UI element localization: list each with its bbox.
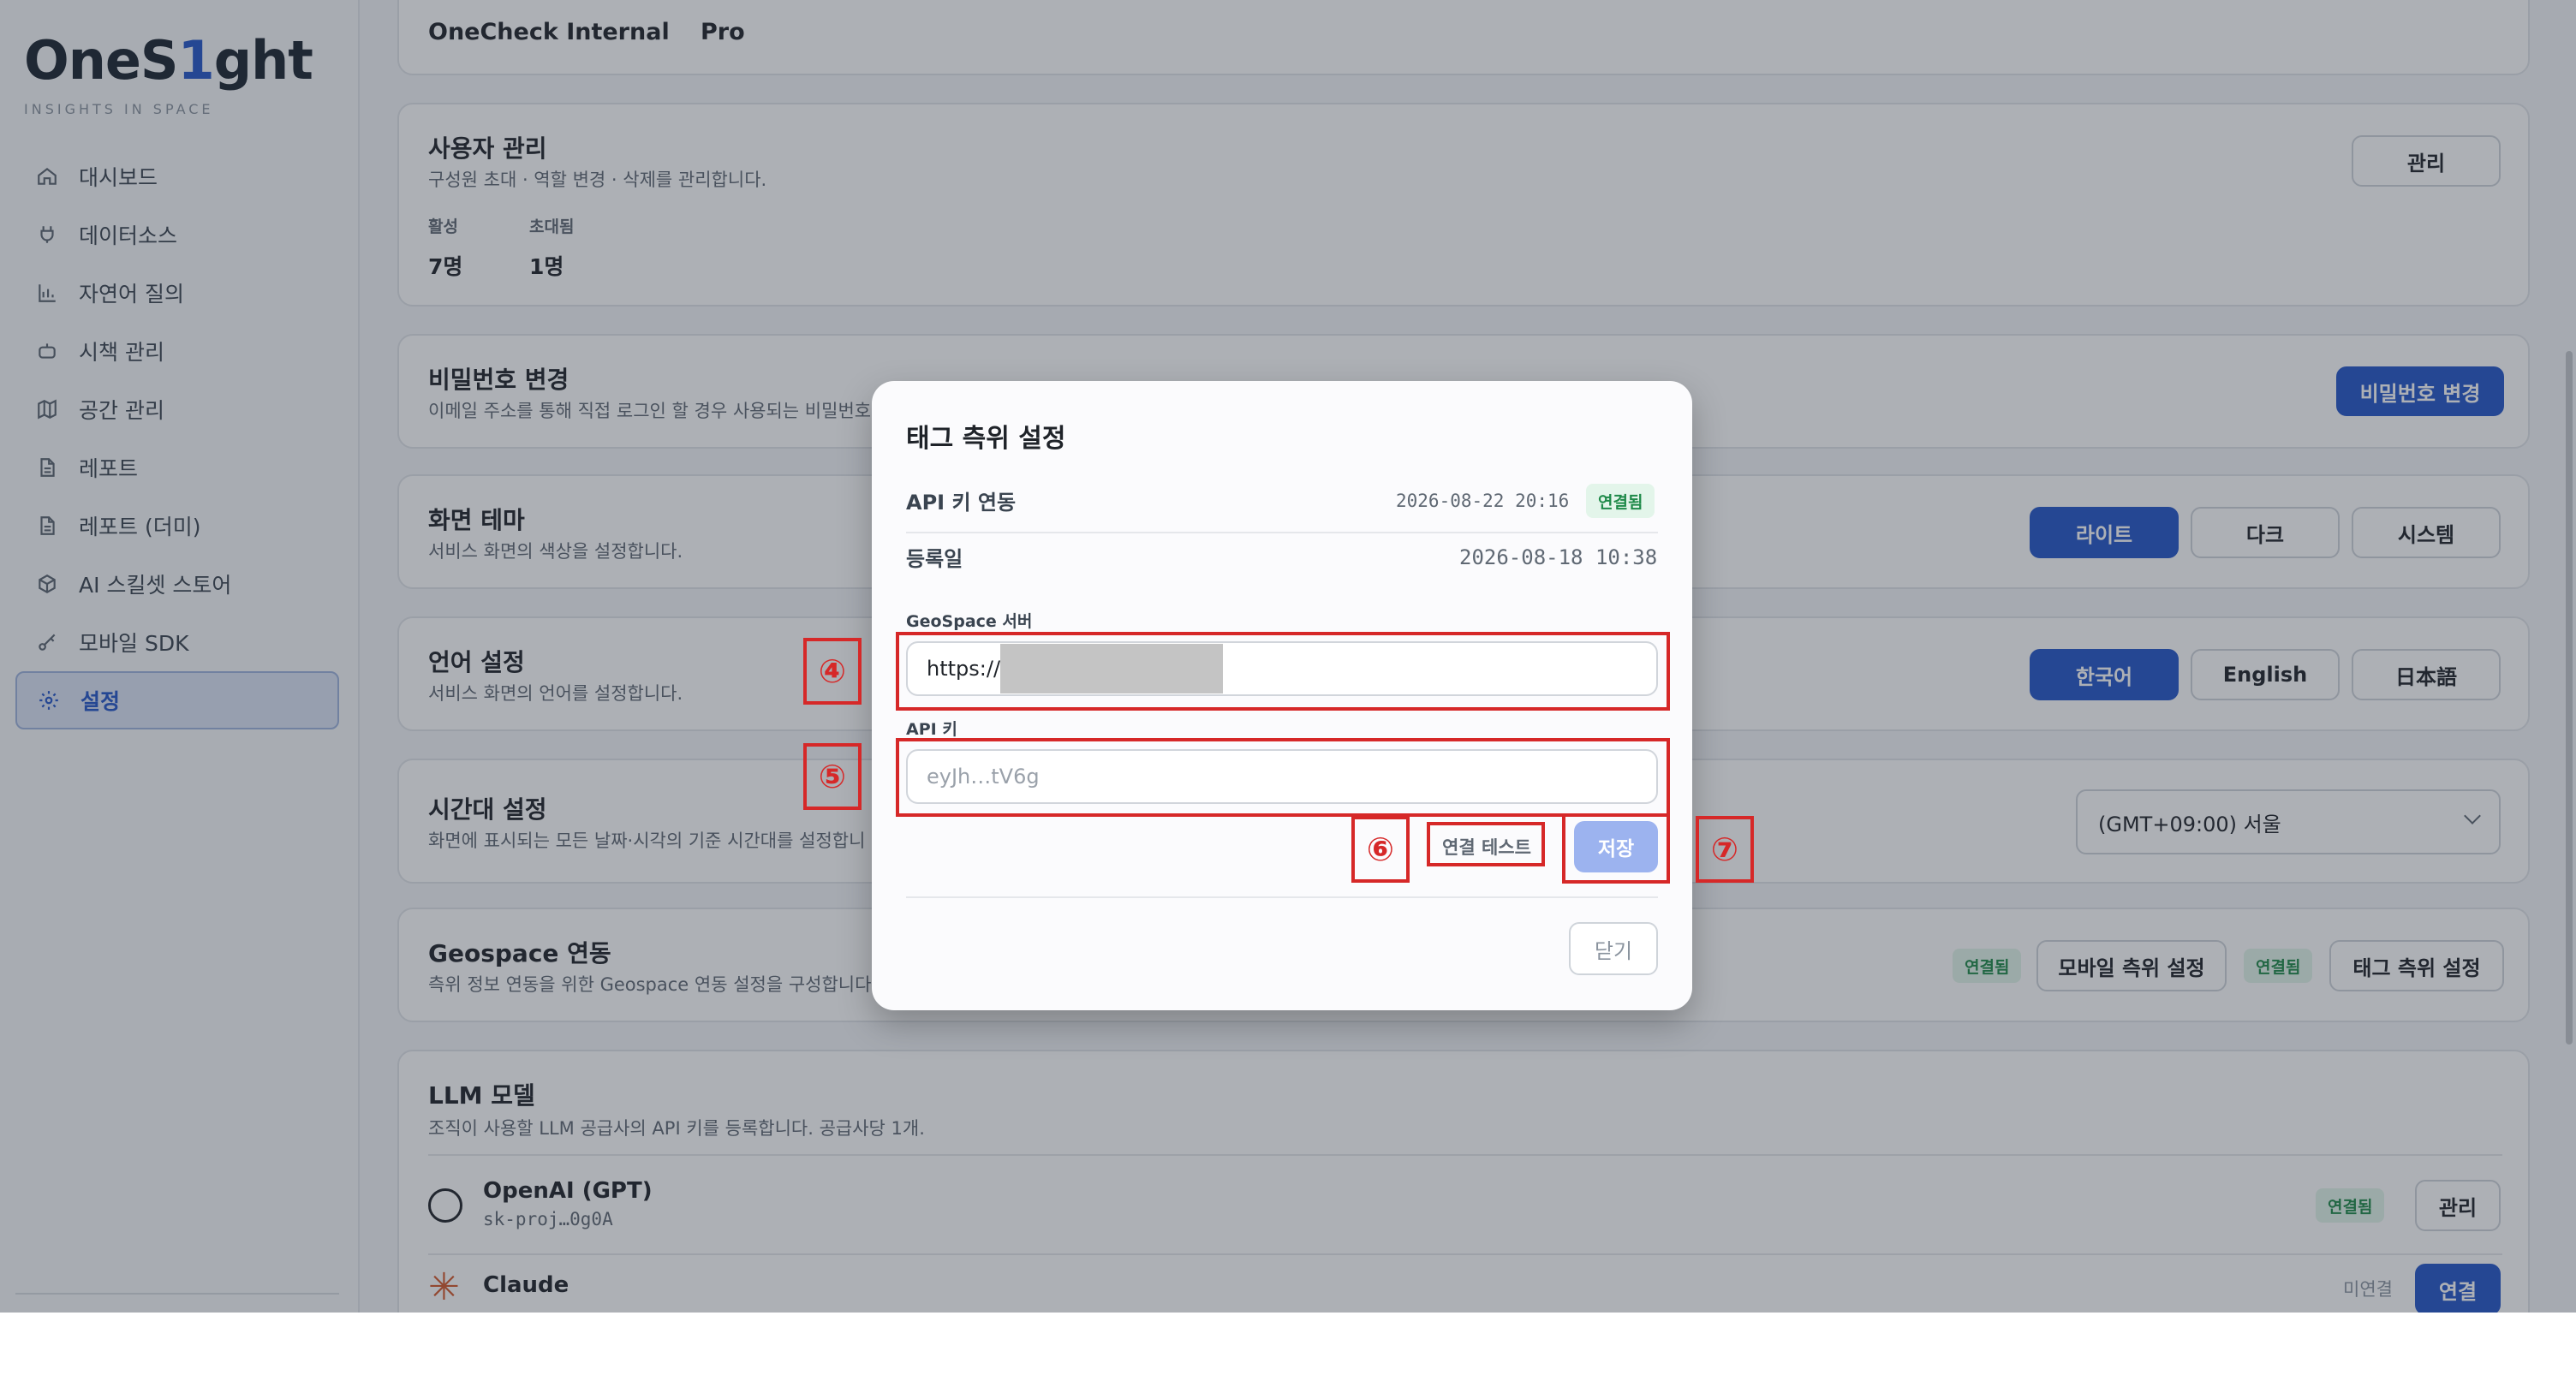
- annotation-marker-7: ⑦: [1696, 816, 1754, 883]
- annotation-marker-4: ④: [803, 638, 862, 705]
- registered-label: 등록일: [906, 547, 963, 571]
- divider: [906, 896, 1658, 898]
- annotation-box-api-key: [896, 738, 1670, 817]
- app-window: OneS1ght INSIGHTS IN SPACE 대시보드 데이터소스 자연…: [0, 0, 2576, 1313]
- annotation-box-test: [1427, 822, 1545, 866]
- registered-date: 2026-08-18 10:38: [1459, 545, 1658, 569]
- annotation-marker-6: ⑥: [1351, 816, 1410, 883]
- api-key-link-date: 2026-08-22 20:16: [1396, 491, 1570, 511]
- annotation-marker-5: ⑤: [803, 743, 862, 810]
- api-key-field-label: API 키: [906, 720, 957, 739]
- annotation-box-save: [1562, 813, 1670, 884]
- api-key-status-badge: 연결됨: [1586, 484, 1655, 518]
- modal-title: 태그 측위 설정: [906, 424, 1066, 454]
- close-button[interactable]: 닫기: [1569, 922, 1658, 975]
- server-field-label: GeoSpace 서버: [906, 612, 1033, 631]
- divider: [906, 532, 1658, 533]
- api-key-link-label: API 키 연동: [906, 491, 1017, 515]
- annotation-box-server: [896, 632, 1670, 711]
